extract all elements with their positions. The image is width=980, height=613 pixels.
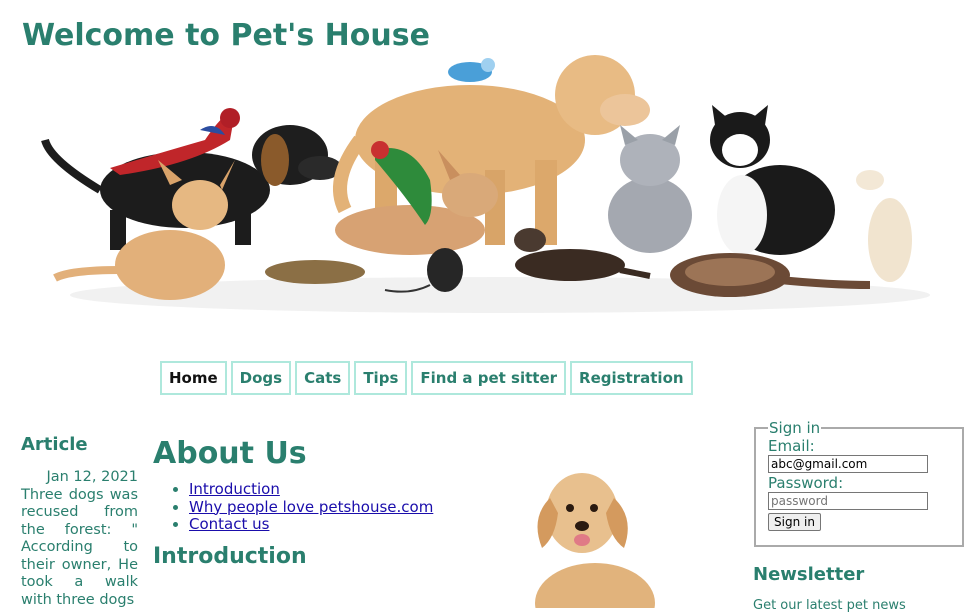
- sign-in-button[interactable]: Sign in: [768, 513, 821, 531]
- link-why-people-love[interactable]: Why people love petshouse.com: [189, 498, 433, 516]
- email-label: Email:: [768, 437, 815, 455]
- article-body: Three dogs was recused from the forest: …: [21, 486, 138, 608]
- password-label: Password:: [768, 474, 844, 492]
- sign-in-legend: Sign in: [769, 419, 821, 437]
- newsletter-heading: Newsletter: [753, 564, 865, 585]
- tuxedo-cat-figure: [710, 105, 835, 255]
- article-sidebar: Article Jan 12, 2021 Three dogs was recu…: [21, 434, 138, 609]
- about-us-heading: About Us: [153, 436, 307, 471]
- link-introduction[interactable]: Introduction: [189, 480, 280, 498]
- email-field[interactable]: [768, 455, 928, 473]
- nav-home[interactable]: Home: [160, 361, 227, 395]
- nav-registration[interactable]: Registration: [570, 361, 693, 395]
- main-nav: Home Dogs Cats Tips Find a pet sitter Re…: [160, 361, 693, 395]
- article-heading: Article: [21, 434, 88, 455]
- article-date: Jan 12, 2021: [46, 469, 138, 485]
- grey-kitten-figure: [608, 125, 692, 253]
- puppy-image: [535, 473, 655, 608]
- link-contact-us[interactable]: Contact us: [189, 515, 269, 533]
- nav-cats[interactable]: Cats: [295, 361, 351, 395]
- nav-find-pet-sitter[interactable]: Find a pet sitter: [411, 361, 567, 395]
- pets-banner-image: [41, 55, 930, 313]
- nav-dogs[interactable]: Dogs: [230, 361, 292, 395]
- password-field[interactable]: [768, 492, 928, 510]
- nav-tips[interactable]: Tips: [354, 361, 408, 395]
- sign-in-form: Sign in Email: Password: Sign in: [754, 419, 964, 547]
